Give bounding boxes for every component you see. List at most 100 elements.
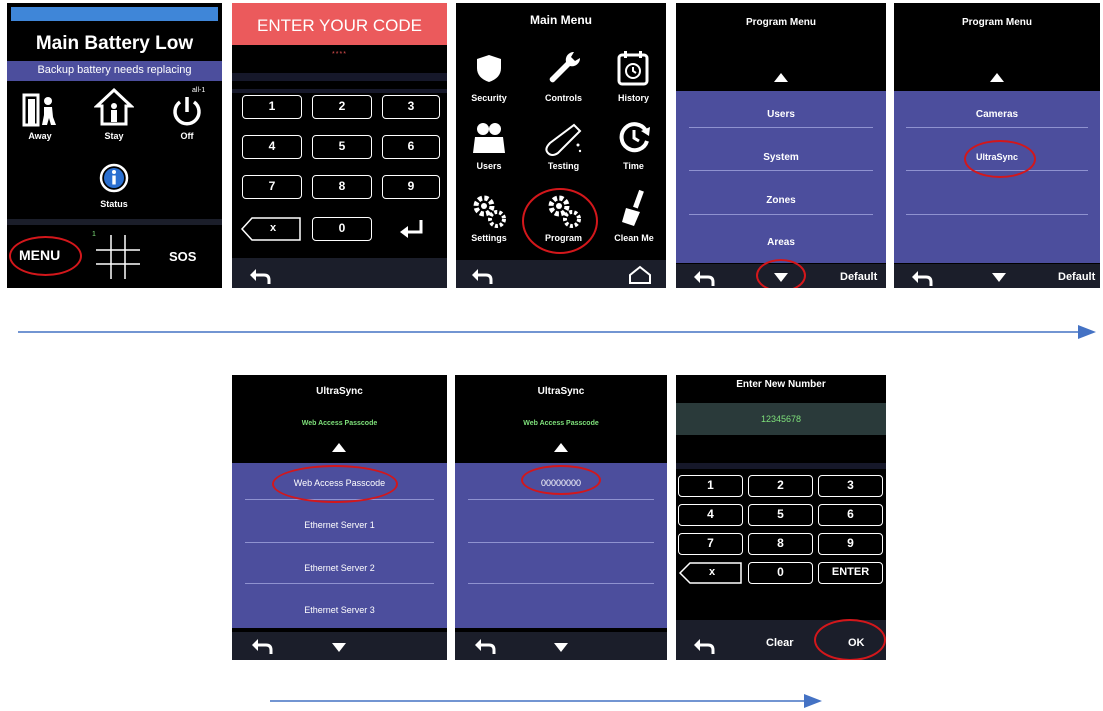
code-display-band: [232, 73, 447, 81]
program-menu-title: Program Menu: [961, 17, 1032, 28]
security-label: Security: [471, 93, 507, 103]
enter-number-title: Enter New Number: [736, 379, 826, 390]
key-6[interactable]: 6: [818, 504, 883, 526]
key-2[interactable]: 2: [748, 475, 813, 497]
key-9[interactable]: 9: [818, 533, 883, 555]
key-5[interactable]: 5: [312, 135, 372, 159]
back-icon[interactable]: [248, 267, 272, 285]
ultrasync-item-ethernet-server-1[interactable]: Ethernet Server 1: [232, 520, 447, 530]
ultrasync-title: UltraSync: [537, 386, 585, 397]
menu-item-security[interactable]: Security: [464, 53, 514, 108]
scroll-up-icon[interactable]: [554, 443, 568, 452]
highlight-ultrasync: [964, 140, 1036, 178]
menu-item-users[interactable]: Users: [464, 121, 514, 176]
back-icon[interactable]: [250, 637, 274, 655]
key-3[interactable]: 3: [382, 95, 440, 119]
menu-item-time[interactable]: Time: [606, 121, 661, 176]
away-label: Away: [28, 131, 52, 141]
back-icon[interactable]: [470, 267, 494, 285]
key-4[interactable]: 4: [678, 504, 743, 526]
key-3[interactable]: 3: [818, 475, 883, 497]
default-button[interactable]: Default: [1058, 271, 1095, 283]
ultrasync-item-ethernet-server-2[interactable]: Ethernet Server 2: [232, 563, 447, 573]
menu-item-clean-me[interactable]: Clean Me: [604, 188, 664, 248]
key-1[interactable]: 1: [242, 95, 302, 119]
program-item-areas[interactable]: Areas: [676, 237, 886, 248]
program-item-cameras[interactable]: Cameras: [894, 109, 1100, 120]
menu-item-testing[interactable]: Testing: [536, 121, 591, 176]
alert-title: Main Battery Low: [35, 33, 194, 54]
main-menu-title: Main Menu: [530, 13, 592, 27]
calendar-clock-icon: [617, 51, 649, 86]
menu-item-settings[interactable]: Settings: [464, 193, 514, 248]
users-label: Users: [476, 161, 502, 171]
scroll-up-icon[interactable]: [332, 443, 346, 452]
status-button[interactable]: Status: [89, 163, 139, 213]
scroll-up-icon[interactable]: [774, 73, 788, 82]
key-8[interactable]: 8: [312, 175, 372, 199]
back-icon[interactable]: [473, 637, 497, 655]
screen-web-access-passcode: UltraSync Web Access Passcode 00000000: [455, 375, 667, 660]
scroll-down-icon[interactable]: [554, 643, 568, 652]
back-icon[interactable]: [692, 269, 716, 287]
key-0[interactable]: 0: [748, 562, 813, 584]
menu-item-history[interactable]: History: [606, 48, 661, 108]
key-9[interactable]: 9: [382, 175, 440, 199]
status-label: Status: [100, 199, 128, 209]
key-5[interactable]: 5: [748, 504, 813, 526]
enter-key[interactable]: ENTER: [818, 562, 883, 584]
highlight-passcode-value: [521, 465, 601, 495]
grid-icon: [96, 235, 140, 279]
back-icon[interactable]: [910, 269, 934, 287]
off-button[interactable]: all-1 Off: [162, 87, 212, 151]
grid-button[interactable]: 1: [92, 231, 142, 281]
program-item-users[interactable]: Users: [676, 109, 886, 120]
alert-subtitle: Backup battery needs replacing: [37, 64, 192, 76]
away-icon: [22, 93, 56, 127]
key-7[interactable]: 7: [678, 533, 743, 555]
number-value: 12345678: [760, 414, 802, 424]
info-icon: [99, 163, 129, 193]
program-menu-title: Program Menu: [745, 17, 816, 28]
passcode-subtitle: Web Access Passcode: [523, 420, 599, 427]
highlight-ok: [814, 619, 886, 660]
flow-arrow-bottom: [270, 694, 822, 708]
clear-button[interactable]: Clear: [766, 637, 794, 649]
enter-arrow-icon[interactable]: [397, 218, 427, 242]
home-icon[interactable]: [628, 265, 652, 285]
code-divider: [232, 89, 447, 93]
test-tube-icon: [545, 123, 582, 156]
key-6[interactable]: 6: [382, 135, 440, 159]
program-item-system[interactable]: System: [676, 152, 886, 163]
key-2[interactable]: 2: [312, 95, 372, 119]
stay-button[interactable]: Stay: [89, 87, 139, 151]
settings-label: Settings: [471, 233, 507, 243]
scroll-down-icon[interactable]: [332, 643, 346, 652]
default-button[interactable]: Default: [840, 271, 877, 283]
back-icon[interactable]: [692, 637, 716, 655]
backspace-key[interactable]: x: [678, 561, 743, 585]
power-icon: [173, 97, 201, 126]
away-button[interactable]: Away: [15, 91, 65, 151]
testing-label: Testing: [547, 161, 580, 171]
gears-icon: [473, 195, 506, 228]
key-0[interactable]: 0: [312, 217, 372, 241]
key-8[interactable]: 8: [748, 533, 813, 555]
backspace-key[interactable]: x: [240, 216, 302, 242]
list-divider: [244, 542, 435, 543]
ultrasync-item-ethernet-server-3[interactable]: Ethernet Server 3: [232, 605, 447, 615]
users-icon: [473, 123, 505, 153]
key-4[interactable]: 4: [242, 135, 302, 159]
menu-item-controls[interactable]: Controls: [536, 48, 591, 108]
highlight-menu: [9, 236, 82, 276]
list-divider: [467, 499, 655, 500]
scroll-down-icon[interactable]: [992, 273, 1006, 282]
highlight-program: [522, 188, 598, 254]
sos-button[interactable]: SOS: [169, 249, 196, 264]
screen-main-menu: Main Menu Security Controls History User…: [456, 3, 666, 288]
key-1[interactable]: 1: [678, 475, 743, 497]
ultrasync-title: UltraSync: [316, 386, 363, 397]
scroll-up-icon[interactable]: [990, 73, 1004, 82]
program-item-zones[interactable]: Zones: [676, 195, 886, 206]
key-7[interactable]: 7: [242, 175, 302, 199]
